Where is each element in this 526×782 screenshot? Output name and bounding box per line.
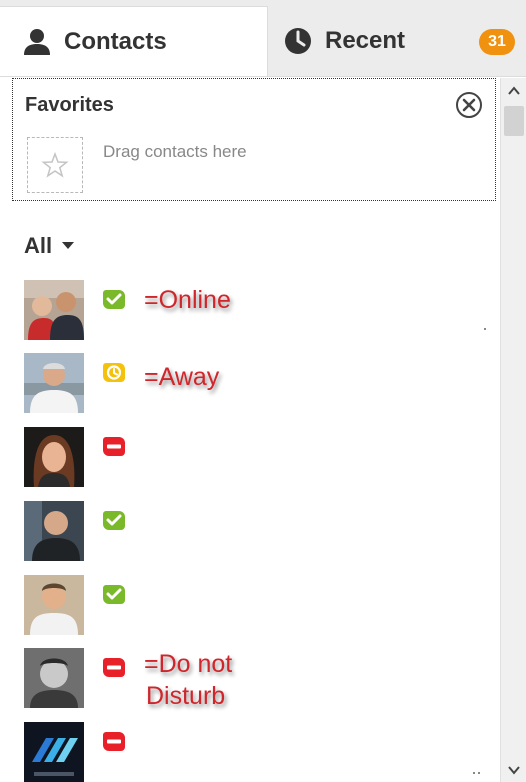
star-icon	[41, 151, 69, 178]
do-not-disturb-status-icon	[103, 437, 125, 456]
clock-icon	[285, 28, 311, 54]
contacts-filter-dropdown[interactable]: All	[24, 233, 75, 259]
avatar	[24, 648, 84, 708]
contact-row[interactable]	[24, 722, 494, 782]
contact-row[interactable]: =Away	[24, 353, 494, 413]
avatar	[24, 501, 84, 561]
tab-bar: Contacts Recent 31	[0, 0, 526, 77]
favorites-hint: Drag contacts here	[103, 142, 247, 161]
online-status-icon	[103, 290, 125, 309]
chevron-down-icon	[62, 242, 75, 249]
status-annotation: =Online	[144, 286, 231, 314]
favorite-drop-slot[interactable]	[27, 137, 83, 193]
close-icon[interactable]	[455, 91, 483, 119]
away-status-icon	[103, 363, 125, 382]
vertical-scrollbar[interactable]	[500, 78, 526, 782]
contact-row[interactable]	[24, 501, 494, 561]
status-annotation: =Away	[144, 363, 220, 391]
avatar	[24, 280, 84, 340]
filter-label: All	[24, 233, 53, 258]
scroll-up-icon[interactable]	[506, 83, 522, 99]
do-not-disturb-status-icon	[103, 732, 125, 751]
do-not-disturb-status-icon	[103, 658, 125, 677]
stray-pixel	[484, 328, 486, 330]
online-status-icon	[103, 585, 125, 604]
stray-pixel	[478, 772, 480, 774]
contact-row[interactable]	[24, 427, 494, 487]
avatar	[24, 427, 84, 487]
recent-count-badge: 31	[479, 29, 515, 55]
tab-contacts[interactable]: Contacts	[0, 6, 268, 76]
favorites-title: Favorites	[25, 94, 114, 116]
contact-row[interactable]: =Online	[24, 280, 494, 340]
avatar	[24, 353, 84, 413]
avatar	[24, 575, 84, 635]
status-annotation-line1: =Do not	[144, 650, 233, 678]
person-icon	[24, 28, 50, 55]
favorites-panel: Favorites Drag contacts here	[12, 78, 496, 201]
contact-row[interactable]	[24, 575, 494, 635]
stray-pixel	[473, 772, 475, 774]
scroll-down-icon[interactable]	[506, 762, 522, 778]
avatar	[24, 722, 84, 782]
contact-row[interactable]: =Do not Disturb	[24, 648, 494, 710]
tab-recent[interactable]: Recent 31	[269, 6, 526, 76]
online-status-icon	[103, 511, 125, 530]
tab-recent-label: Recent	[325, 27, 406, 54]
tab-contacts-label: Contacts	[64, 27, 167, 55]
status-annotation-line2: Disturb	[146, 682, 226, 710]
scroll-thumb[interactable]	[504, 106, 524, 136]
